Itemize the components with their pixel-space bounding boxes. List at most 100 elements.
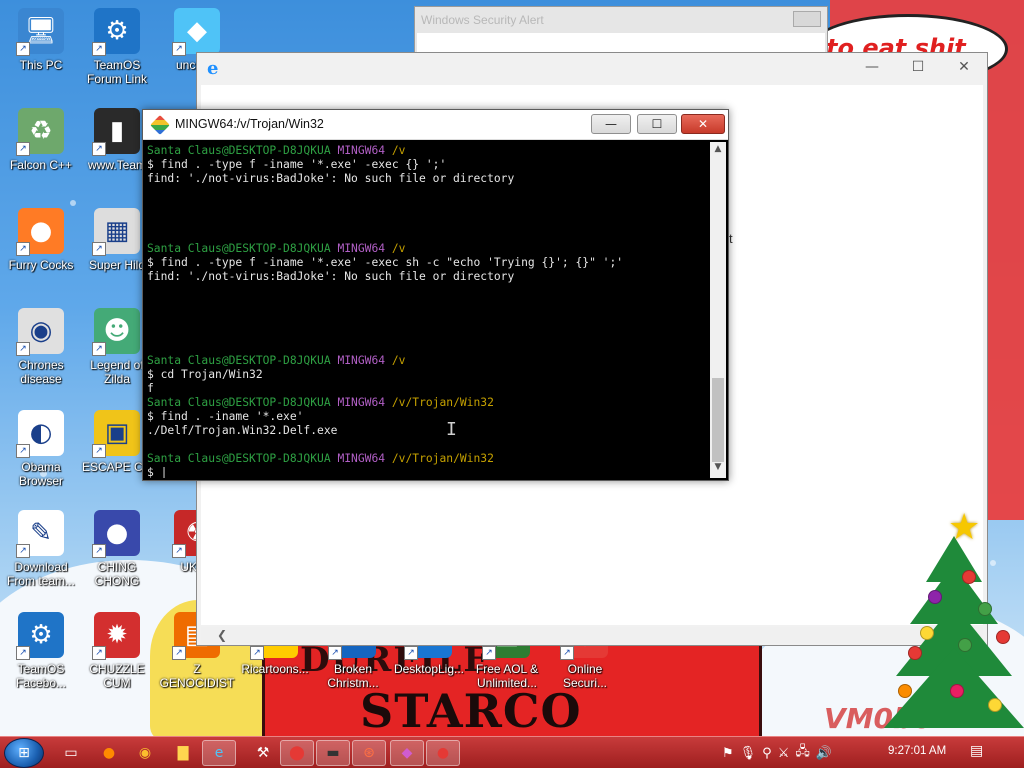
terminal-scroll-thumb[interactable] bbox=[712, 378, 724, 462]
notification-icon[interactable]: ▤ bbox=[970, 743, 990, 761]
terminal-output-line: find: './not-virus:BadJoke': No such fil… bbox=[147, 172, 515, 185]
terminal-title: MINGW64:/v/Trojan/Win32 bbox=[175, 117, 324, 131]
git-bash-button[interactable]: ◆ bbox=[390, 740, 424, 766]
terminal-prompt-line: Santa Claus@DESKTOP-D8JQKUA MINGW64 /v/T… bbox=[147, 452, 494, 465]
sword-icon[interactable]: ⚔ bbox=[778, 746, 790, 761]
gear-icon: ⚙ bbox=[16, 612, 64, 660]
ie-close-button[interactable]: ✕ bbox=[941, 53, 987, 81]
scroll-left-icon[interactable]: ❮ bbox=[217, 627, 227, 643]
terminal-output-line: f bbox=[147, 382, 154, 395]
desktop-icon-label: Download From team... bbox=[6, 560, 75, 588]
diamond-icon: ◆ bbox=[172, 8, 220, 56]
desktop-icon-label: Online Securi... bbox=[562, 662, 607, 690]
desktop-icon-falcon-c[interactable]: ♻ Falcon C++ bbox=[0, 108, 82, 172]
desktop-icon-label: DesktopLig... bbox=[393, 662, 465, 676]
scroll-down-icon[interactable]: ▼ bbox=[710, 462, 726, 476]
folder-icon: ▇ bbox=[177, 745, 189, 761]
desktop-icon-this-pc[interactable]: 🖥 This PC bbox=[0, 8, 82, 72]
desktop-icon-teamos-facebo[interactable]: ⚙TeamOS Facebo... bbox=[0, 612, 82, 690]
scroll-up-icon[interactable]: ▲ bbox=[710, 144, 726, 158]
ie-button[interactable]: e bbox=[202, 740, 236, 766]
ibeam-cursor-icon: I bbox=[446, 419, 457, 440]
clock[interactable]: 9:27:01 AM bbox=[888, 745, 946, 757]
computer-icon: 🖥 bbox=[16, 8, 64, 56]
desktop-icon-teamos-forum-link[interactable]: ⚙TeamOS Forum Link bbox=[76, 8, 158, 86]
ie-horizontal-scrollbar[interactable]: ❮ bbox=[201, 627, 983, 643]
record-button[interactable]: ⬤ bbox=[280, 740, 314, 766]
desktop-icon-download-from-team[interactable]: ✎Download From team... bbox=[0, 510, 82, 588]
yellow-box-icon: ▣ bbox=[92, 410, 140, 458]
ie-minimize-button[interactable]: — bbox=[849, 53, 895, 81]
flag-icon[interactable]: ⚑ bbox=[722, 746, 734, 761]
taskbar: ⊞ ▭ ● ◉ ▇ e ⚒ ⬤ ▬ ⊛ ◆ ● ⚑ 🎙 ⚲ ⚔ 🖧 🔊 9:27:01 AM ▤ bbox=[0, 736, 1024, 768]
terminal-output-line: ./Delf/Trojan.Win32.Delf.exe bbox=[147, 424, 338, 437]
explorer-button[interactable]: ▇ bbox=[166, 740, 200, 766]
taskview-button[interactable]: ▭ bbox=[54, 740, 88, 766]
red-fuzzball-icon: ✹ bbox=[92, 612, 140, 660]
desktop-icon-label: TeamOS Forum Link bbox=[86, 58, 148, 86]
app-button[interactable]: ⊛ bbox=[352, 740, 386, 766]
game-character-icon: ☻ bbox=[92, 308, 140, 356]
desktop-icon-label: CHUZZLE CUM bbox=[89, 662, 145, 690]
terminal-command-line: $ find . -type f -iname '*.exe' -exec sh… bbox=[147, 256, 624, 269]
desktop-icon-obama-browser[interactable]: ◐Obama Browser bbox=[0, 410, 82, 488]
microphone-icon[interactable]: 🎙 bbox=[740, 746, 757, 761]
terminal-output-line: find: './not-virus:BadJoke': No such fil… bbox=[147, 270, 515, 283]
ornament-button[interactable]: ● bbox=[426, 740, 460, 766]
desktop-icon-label: Falcon C++ bbox=[9, 158, 73, 172]
obama-logo-icon: ◐ bbox=[16, 410, 64, 458]
ie-maximize-button[interactable]: ☐ bbox=[895, 53, 941, 81]
chrome-icon: ◉ bbox=[138, 745, 152, 761]
security-alert-close-button[interactable] bbox=[793, 11, 821, 27]
christmas-tree-decoration: ★ bbox=[884, 510, 1024, 740]
security-alert-body bbox=[417, 33, 825, 53]
snowflake bbox=[70, 200, 76, 206]
network-icon[interactable]: 🖧 bbox=[795, 742, 810, 764]
recycle-icon: ♻ bbox=[16, 108, 64, 156]
app-icon: ⊛ bbox=[363, 745, 375, 761]
terminal-vertical-scrollbar[interactable]: ▲ ▼ bbox=[710, 142, 726, 478]
security-alert-title: Windows Security Alert bbox=[421, 13, 544, 27]
desktop-icon-label: This PC bbox=[19, 58, 63, 72]
terminal-prompt-line: Santa Claus@DESKTOP-D8JQKUA MINGW64 /v bbox=[147, 354, 406, 367]
desktop-icon-chrones-disease[interactable]: ◉Chrones disease bbox=[0, 308, 82, 386]
mingw64-terminal-window[interactable]: MINGW64:/v/Trojan/Win32 — ☐ ✕ Santa Clau… bbox=[142, 109, 729, 481]
desktop-icon-furry-cocks[interactable]: ● Furry Cocks bbox=[0, 208, 82, 272]
record-icon: ⬤ bbox=[289, 745, 305, 761]
chrome-button[interactable]: ◉ bbox=[128, 740, 162, 766]
start-button[interactable]: ⊞ bbox=[4, 738, 44, 768]
security-alert-window[interactable]: Windows Security Alert bbox=[414, 6, 828, 56]
firefox-button[interactable]: ● bbox=[92, 740, 126, 766]
volume-icon[interactable]: 🔊 bbox=[816, 746, 832, 761]
desktop-icon-label: Broken Christm... bbox=[327, 662, 379, 690]
cmd-button[interactable]: ▬ bbox=[316, 740, 350, 766]
terminal-prompt-line: Santa Claus@DESKTOP-D8JQKUA MINGW64 /v bbox=[147, 242, 406, 255]
terminal-prompt-line: Santa Claus@DESKTOP-D8JQKUA MINGW64 /v/T… bbox=[147, 396, 494, 409]
ie-page-text: t bbox=[729, 231, 733, 246]
desktop-icon-chuzzle-cum[interactable]: ✹CHUZZLE CUM bbox=[76, 612, 158, 690]
terminal-command-line: $ find . -type f -iname '*.exe' -exec {}… bbox=[147, 158, 447, 171]
ornament-icon: ● bbox=[436, 745, 450, 761]
terminal-maximize-button[interactable]: ☐ bbox=[637, 114, 677, 134]
tool-button[interactable]: ⚒ bbox=[246, 740, 280, 766]
terminal-titlebar[interactable]: MINGW64:/v/Trojan/Win32 — ☐ ✕ bbox=[143, 110, 728, 140]
system-tray: ⚑ 🎙 ⚲ ⚔ 🖧 🔊 bbox=[722, 737, 838, 768]
terminal-close-button[interactable]: ✕ bbox=[681, 114, 725, 134]
terminal-prompt-line: Santa Claus@DESKTOP-D8JQKUA MINGW64 /v bbox=[147, 144, 406, 157]
terminal-output[interactable]: Santa Claus@DESKTOP-D8JQKUA MINGW64 /v $ … bbox=[147, 144, 711, 478]
ie-titlebar[interactable]: e — ☐ ✕ bbox=[197, 53, 987, 83]
terminal-minimize-button[interactable]: — bbox=[591, 114, 631, 134]
document-icon: ✎ bbox=[16, 510, 64, 558]
desktop-icon-label: Chrones disease bbox=[18, 358, 64, 386]
desktop-icon-ching-chong[interactable]: ●CHING CHONG bbox=[76, 510, 158, 588]
internet-explorer-icon: e bbox=[214, 745, 224, 761]
ornament-icon: ● bbox=[92, 510, 140, 558]
search-icon[interactable]: ⚲ bbox=[762, 746, 772, 761]
